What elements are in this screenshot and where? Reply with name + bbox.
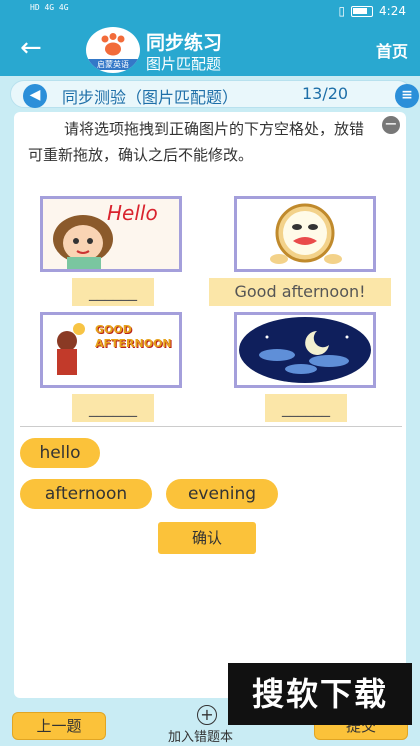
battery-icon bbox=[351, 5, 374, 17]
answer-slot-1[interactable]: ______ bbox=[72, 278, 154, 306]
home-button[interactable]: 首页 bbox=[376, 38, 408, 62]
prev-question-button[interactable]: 上一题 bbox=[12, 712, 106, 740]
answer-slot-2[interactable]: Good afternoon! bbox=[209, 278, 391, 306]
vibrate-icon: ▯ bbox=[338, 4, 346, 18]
status-bar: HD 4G 4G ▯ 4:24 bbox=[0, 0, 420, 24]
paw-icon bbox=[101, 33, 125, 56]
answer-slot-4[interactable]: ______ bbox=[265, 394, 347, 422]
good-afternoon-caption: GOOD AFTERNOON bbox=[95, 323, 172, 350]
watermark-text: 搜软下载 bbox=[251, 675, 388, 713]
option-afternoon[interactable]: afternoon bbox=[20, 479, 152, 509]
divider bbox=[20, 426, 402, 427]
picture-night-sky bbox=[234, 312, 376, 388]
picture-good-afternoon: GOOD AFTERNOON bbox=[40, 312, 182, 388]
option-hello[interactable]: hello bbox=[20, 438, 100, 468]
watermark: 搜软下载 bbox=[228, 663, 412, 725]
option-evening[interactable]: evening bbox=[166, 479, 278, 509]
test-title: 同步测验（图片匹配题） bbox=[62, 88, 239, 107]
app-logo: 启蒙英语 bbox=[86, 27, 140, 73]
app-header: ← 启蒙英语 同步练习 图片匹配题 首页 bbox=[0, 24, 420, 76]
page-title: 同步练习 bbox=[146, 32, 223, 54]
back-arrow-icon[interactable]: ← bbox=[20, 34, 42, 62]
menu-icon[interactable]: ≡ bbox=[395, 84, 419, 108]
question-counter: 13/20 bbox=[302, 84, 349, 103]
add-to-mistakes-label[interactable]: 加入错题本 bbox=[168, 726, 233, 745]
collapse-icon[interactable]: − bbox=[382, 116, 400, 134]
add-icon[interactable]: + bbox=[197, 705, 217, 725]
prev-arrow-icon[interactable]: ◀ bbox=[23, 84, 47, 108]
page-subtitle: 图片匹配题 bbox=[146, 55, 222, 73]
picture-hello-girl: Hello bbox=[40, 196, 182, 272]
signal-indicators: HD 4G 4G bbox=[30, 3, 69, 12]
answer-slot-3[interactable]: ______ bbox=[72, 394, 154, 422]
confirm-button[interactable]: 确认 bbox=[158, 522, 256, 554]
clock: 4:24 bbox=[379, 4, 406, 18]
picture-clock-tired bbox=[234, 196, 376, 272]
instruction-text: 请将选项拖拽到正确图片的下方空格处，放错可重新拖放，确认之后不能修改。 bbox=[28, 120, 365, 164]
hello-caption: Hello bbox=[107, 201, 158, 225]
logo-tag: 启蒙英语 bbox=[86, 59, 140, 70]
